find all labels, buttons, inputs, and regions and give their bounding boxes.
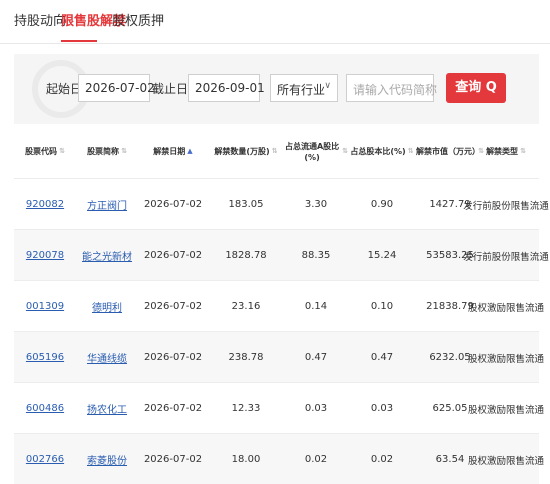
stock-code-link[interactable]: 600486 xyxy=(26,403,64,414)
table-row: 002766 索菱股份 2026-07-02 18.00 0.02 0.02 6… xyxy=(14,434,545,484)
caret-down-icon: ∨ xyxy=(324,81,331,91)
total-pct-cell: 0.47 xyxy=(370,352,394,363)
industry-select-value: 所有行业 xyxy=(277,83,326,97)
float-pct-cell: 3.30 xyxy=(304,199,328,210)
unlock-date-cell: 2026-07-02 xyxy=(143,250,203,261)
header-stock-code[interactable]: 股票代码 ⇅ xyxy=(14,124,76,179)
stock-code-link[interactable]: 002766 xyxy=(26,454,64,465)
filter-bar: 起始日期： 2026-07-02 截止日期： 2026-09-01 所有行业 ∨… xyxy=(14,54,539,124)
stock-name-link[interactable]: 华通线缆 xyxy=(87,350,127,365)
sort-arrows-icon[interactable]: ⇅ xyxy=(408,146,414,157)
table-row: 600486 扬农化工 2026-07-02 12.33 0.03 0.03 6… xyxy=(14,383,545,434)
stock-code-link[interactable]: 001309 xyxy=(26,301,64,312)
header-total-pct[interactable]: 占总股本比(%) ⇅ xyxy=(348,124,416,179)
unlock-qty-cell: 238.78 xyxy=(228,352,264,363)
float-pct-cell: 88.35 xyxy=(301,250,331,261)
unlock-type-cell: 股权激励限售流通 xyxy=(468,455,545,467)
header-unlock-date[interactable]: 解禁日期 ▲ xyxy=(138,124,208,179)
float-pct-cell: 0.02 xyxy=(304,454,328,465)
table-row: 605196 华通线缆 2026-07-02 238.78 0.47 0.47 … xyxy=(14,332,545,383)
stock-name-link[interactable]: 方正阀门 xyxy=(87,197,127,212)
stock-code-link[interactable]: 605196 xyxy=(26,352,64,363)
stock-code-link[interactable]: 920082 xyxy=(26,199,64,210)
header-stock-name[interactable]: 股票简称 ⇅ xyxy=(76,124,138,179)
stock-name-link[interactable]: 扬农化工 xyxy=(87,401,127,416)
header-unlock-type[interactable]: 解禁类型 ⇅ xyxy=(470,124,542,179)
stock-name-link[interactable]: 索菱股份 xyxy=(87,452,127,467)
sort-arrows-icon[interactable]: ⇅ xyxy=(59,146,65,157)
stock-code-link[interactable]: 920078 xyxy=(26,250,64,261)
stock-name-link[interactable]: 能之光新材 xyxy=(82,248,132,263)
float-pct-cell: 0.47 xyxy=(304,352,328,363)
unlock-qty-cell: 183.05 xyxy=(228,199,264,210)
start-date-input[interactable]: 2026-07-02 xyxy=(78,74,155,102)
sort-arrows-icon[interactable]: ⇅ xyxy=(121,146,127,157)
sort-up-icon[interactable]: ▲ xyxy=(187,146,192,157)
unlock-qty-cell: 12.33 xyxy=(231,403,261,414)
total-pct-cell: 0.02 xyxy=(370,454,394,465)
table-row: 001309 德明利 2026-07-02 23.16 0.14 0.10 21… xyxy=(14,281,545,332)
table-row: 920082 方正阀门 2026-07-02 183.05 3.30 0.90 … xyxy=(14,179,549,230)
total-pct-cell: 0.03 xyxy=(370,403,394,414)
float-pct-cell: 0.14 xyxy=(304,301,328,312)
sort-arrows-icon[interactable]: ⇅ xyxy=(272,146,278,157)
active-tab-underline xyxy=(61,40,97,42)
float-pct-cell: 0.03 xyxy=(304,403,328,414)
unlock-type-cell: 发行前股份限售流通 xyxy=(463,200,549,212)
unlock-type-cell: 发行前股份限售流通 xyxy=(463,251,549,263)
unlock-qty-cell: 1828.78 xyxy=(225,250,267,261)
stock-search-input[interactable]: 请输入代码简称 xyxy=(346,74,437,102)
end-date-input[interactable]: 2026-09-01 xyxy=(188,74,265,102)
unlock-qty-cell: 18.00 xyxy=(231,454,261,465)
industry-select[interactable]: 所有行业 ∨ xyxy=(270,74,338,102)
tab-equity-pledge[interactable]: 股权质押 xyxy=(112,10,164,29)
total-pct-cell: 15.24 xyxy=(367,250,397,261)
total-pct-cell: 0.10 xyxy=(370,301,394,312)
unlock-date-cell: 2026-07-02 xyxy=(143,454,203,465)
unlock-type-cell: 股权激励限售流通 xyxy=(468,302,545,314)
unlock-type-cell: 股权激励限售流通 xyxy=(468,404,545,416)
unlock-date-cell: 2026-07-02 xyxy=(143,352,203,363)
tab-bar: 持股动向 限售股解禁 股权质押 xyxy=(0,0,550,44)
sort-arrows-icon[interactable]: ⇅ xyxy=(520,146,526,157)
unlock-qty-cell: 23.16 xyxy=(231,301,261,312)
table-row: 920078 能之光新材 2026-07-02 1828.78 88.35 15… xyxy=(14,230,549,281)
header-unlock-qty[interactable]: 解禁数量(万股) ⇅ xyxy=(208,124,284,179)
unlock-date-cell: 2026-07-02 xyxy=(143,403,203,414)
table-header: 股票代码 ⇅ 股票简称 ⇅ 解禁日期 ▲ 解禁数量(万股) ⇅ 占总流通A股比(%) ⇅ … xyxy=(14,124,539,179)
header-float-pct[interactable]: 占总流通A股比(%) ⇅ xyxy=(284,124,348,179)
unlock-date-cell: 2026-07-02 xyxy=(143,199,203,210)
tab-holding-changes[interactable]: 持股动向 xyxy=(14,10,66,29)
total-pct-cell: 0.90 xyxy=(370,199,394,210)
query-button[interactable]: 查询 Q xyxy=(446,73,506,103)
unlock-type-cell: 股权激励限售流通 xyxy=(468,353,545,365)
stock-name-link[interactable]: 德明利 xyxy=(92,299,122,314)
unlock-date-cell: 2026-07-02 xyxy=(143,301,203,312)
